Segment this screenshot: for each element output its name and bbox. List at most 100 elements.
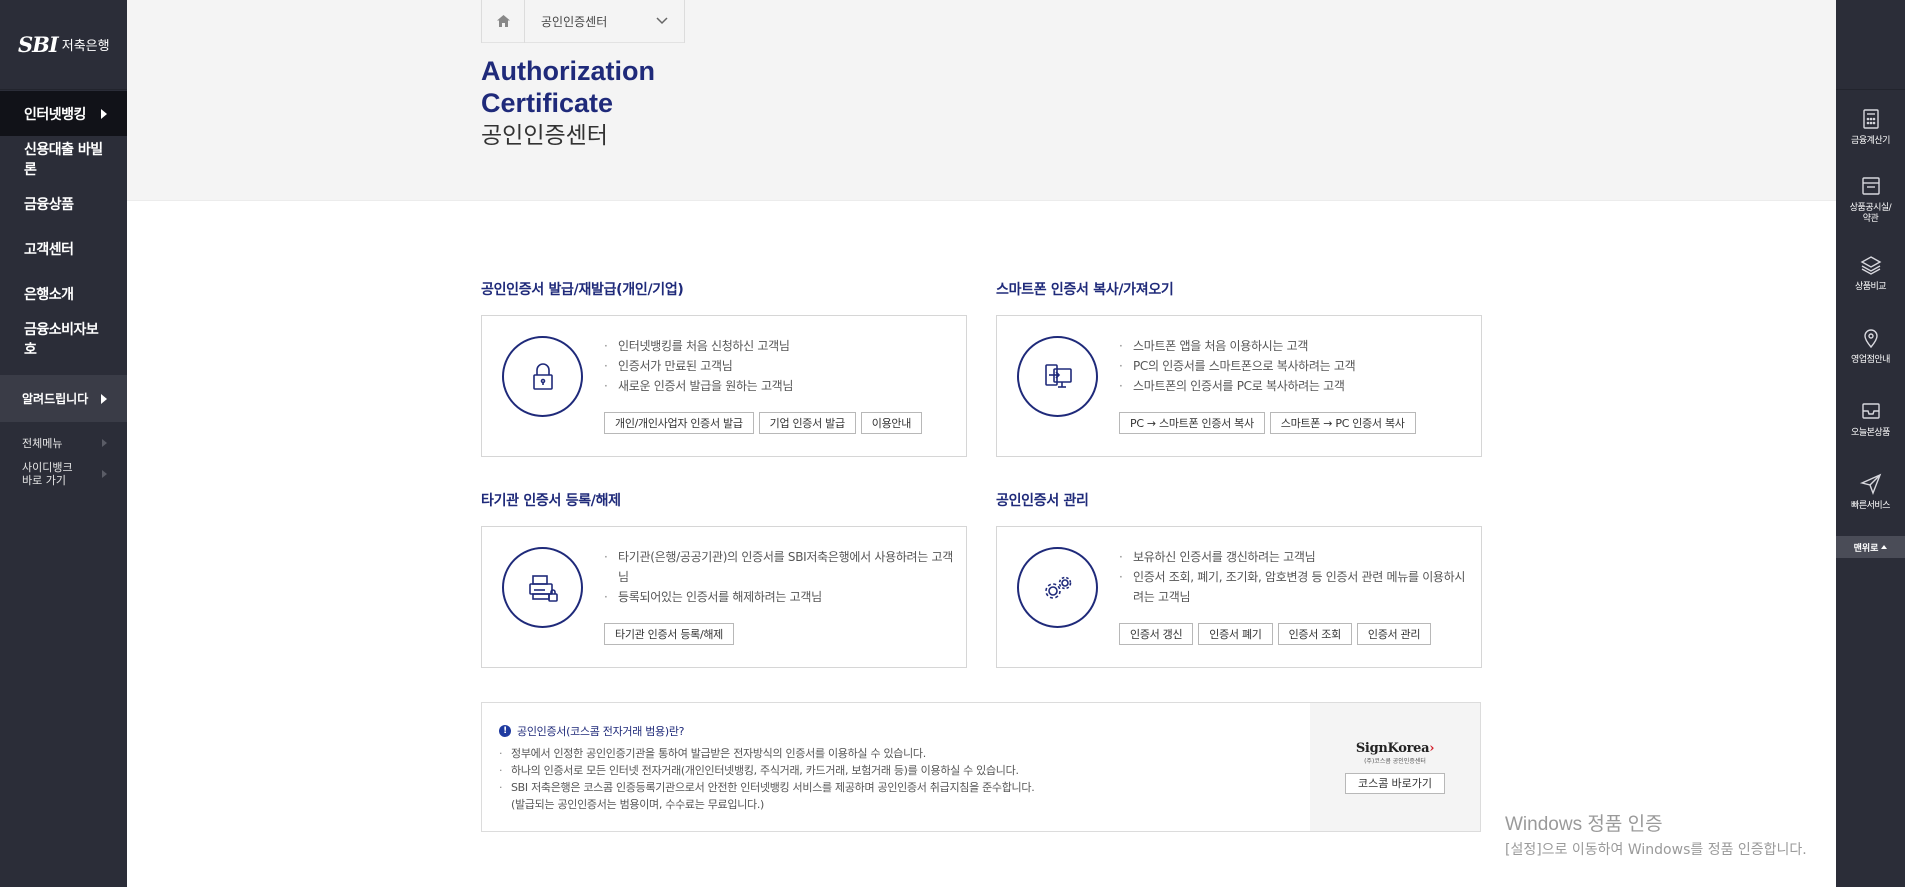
logo-area: SBI 저축은행 <box>0 0 127 90</box>
koscom-link-button[interactable]: 코스콤 바로가기 <box>1345 772 1445 794</box>
nav-item-label: 은행소개 <box>24 286 74 303</box>
usage-guide-button[interactable]: 이용안내 <box>860 412 923 434</box>
bullet-item: PC의 인증서를 스마트폰으로 복사하려는 고객 <box>1119 356 1469 376</box>
info-line: 정부에서 인정한 공인인증기관을 통하여 발급받은 전자방식의 인증서를 이용하… <box>499 745 1034 762</box>
signkorea-sub: (주)코스콤 공인인증센터 <box>1364 757 1426 765</box>
section-title: 스마트폰 인증서 복사/가져오기 <box>996 282 1174 298</box>
info-line: (발급되는 공인인증서는 범용이며, 수수료는 무료입니다.) <box>511 798 765 811</box>
sub-item-all-menu[interactable]: 전체메뉴 <box>0 428 127 458</box>
quick-item-calculator[interactable]: 금융계산기 <box>1836 90 1905 163</box>
page-title: Authorization Certificate 공인인증센터 <box>481 55 655 153</box>
quick-item-fast-service[interactable]: 빠른서비스 <box>1836 455 1905 528</box>
home-icon <box>496 15 510 27</box>
nav-item-financial-products[interactable]: 금융상품 <box>0 181 127 226</box>
device-transfer-icon <box>1044 363 1072 388</box>
quick-item-label: 영업점안내 <box>1851 354 1890 365</box>
bullet-item: 스마트폰 앱을 처음 이용하시는 고객 <box>1119 336 1469 356</box>
quick-menu: 금융계산기 상품공시실/약관 상품비교 영업점안내 오늘본상품 빠른서비스 맨위… <box>1836 0 1905 887</box>
breadcrumb-current-dropdown[interactable]: 공인인증센터 <box>525 0 685 43</box>
printer-lock-icon <box>528 574 558 602</box>
bullet-item: 타기관(은행/공공기관)의 인증서를 SBI저축은행에서 사용하려는 고객님 <box>604 547 954 587</box>
bullet-list: 보유하신 인증서를 갱신하려는 고객님 인증서 조회, 폐기, 조기화, 암호변… <box>1119 547 1469 607</box>
nav-item-internet-banking[interactable]: 인터넷뱅킹 <box>0 91 127 136</box>
info-title: ! 공인인증서(코스콤 전자거래 범용)란? <box>499 723 1034 739</box>
quick-menu-top <box>1836 0 1905 90</box>
cert-manage-button[interactable]: 인증서 관리 <box>1356 623 1432 645</box>
button-group: PC → 스마트폰 인증서 복사 스마트폰 → PC 인증서 복사 <box>1119 412 1416 434</box>
scroll-top-button[interactable]: 맨위로 <box>1836 536 1905 558</box>
triangle-right-icon <box>101 108 107 119</box>
bullet-item: 인터넷뱅킹를 처음 신청하신 고객님 <box>604 336 954 356</box>
bullet-list: 스마트폰 앱을 처음 이용하시는 고객 PC의 인증서를 스마트폰으로 복사하려… <box>1119 336 1469 396</box>
bullet-item: 새로운 인증서 발급을 원하는 고객님 <box>604 376 954 396</box>
info-title-text: 공인인증서(코스콤 전자거래 범용)란? <box>517 725 685 738</box>
info-content: ! 공인인증서(코스콤 전자거래 범용)란? 정부에서 인정한 공인인증기관을 … <box>499 723 1035 813</box>
quick-item-label: 오늘본상품 <box>1851 427 1890 438</box>
button-group: 타기관 인증서 등록/해제 <box>604 623 734 645</box>
cert-lookup-button[interactable]: 인증서 조회 <box>1277 623 1352 645</box>
quick-item-branch[interactable]: 영업점안내 <box>1836 309 1905 382</box>
triangle-right-icon <box>101 393 107 404</box>
card-smartphone: 스마트폰 앱을 처음 이용하시는 고객 PC의 인증서를 스마트폰으로 복사하려… <box>996 315 1482 457</box>
icon-circle <box>1017 336 1098 417</box>
calculator-icon <box>1862 108 1879 129</box>
card-other-institution: 타기관(은행/공공기관)의 인증서를 SBI저축은행에서 사용하려는 고객님 등… <box>481 526 967 668</box>
lock-icon <box>532 362 553 390</box>
nav-item-credit-loan[interactable]: 신용대출 바빌론 <box>0 136 127 181</box>
page-header: 공인인증센터 <box>127 0 1836 201</box>
document-icon <box>1861 177 1880 195</box>
triangle-right-icon <box>102 470 107 478</box>
quick-item-disclosure[interactable]: 상품공시실/약관 <box>1836 163 1905 236</box>
paper-plane-icon <box>1859 473 1881 495</box>
personal-cert-issue-button[interactable]: 개인/개인사업자 인증서 발급 <box>604 412 754 434</box>
quick-item-compare[interactable]: 상품비교 <box>1836 236 1905 309</box>
info-icon: ! <box>499 725 511 737</box>
signkorea-logo: SignKorea› (주)코스콤 공인인증센터 <box>1355 740 1435 765</box>
nav-item-bank-intro[interactable]: 은행소개 <box>0 271 127 316</box>
bullet-item: 등록되어있는 인증서를 해제하려는 고객님 <box>604 587 954 607</box>
icon-circle <box>502 547 583 628</box>
page-title-ko: 공인인증센터 <box>481 123 608 149</box>
nav-item-customer-center[interactable]: 고객센터 <box>0 226 127 271</box>
phone-to-pc-copy-button[interactable]: 스마트폰 → PC 인증서 복사 <box>1269 412 1416 434</box>
breadcrumb-current-label: 공인인증센터 <box>541 14 608 29</box>
pc-to-phone-copy-button[interactable]: PC → 스마트폰 인증서 복사 <box>1119 412 1265 434</box>
cert-info-box: ! 공인인증서(코스콤 전자거래 범용)란? 정부에서 인정한 공인인증기관을 … <box>481 702 1481 832</box>
section-title: 공인인증서 발급/재발급(개인/기업) <box>481 282 684 298</box>
quick-item-label-line2: 약관 <box>1862 214 1879 224</box>
icon-circle <box>502 336 583 417</box>
card-cert-management: 보유하신 인증서를 갱신하려는 고객님 인증서 조회, 폐기, 조기화, 암호변… <box>996 526 1482 668</box>
section-other-institution: 타기관 인증서 등록/해제 <box>481 490 621 510</box>
section-issue: 공인인증서 발급/재발급(개인/기업) <box>481 279 684 299</box>
cert-revoke-button[interactable]: 인증서 폐기 <box>1198 623 1273 645</box>
section-title: 공인인증서 관리 <box>996 493 1089 509</box>
left-sidebar: SBI 저축은행 인터넷뱅킹 신용대출 바빌론 금융상품 고객센터 은행소개 금… <box>0 0 127 887</box>
sub-item-label-line1: 사이디뱅크 <box>22 461 73 474</box>
bullet-item: 스마트폰의 인증서를 PC로 복사하려는 고객 <box>1119 376 1469 396</box>
quick-item-recent[interactable]: 오늘본상품 <box>1836 382 1905 455</box>
bullet-item: 인증서가 만료된 고객님 <box>604 356 954 376</box>
notice-menu[interactable]: 알려드립니다 <box>0 375 127 422</box>
nav-item-label: 금융소비자보호 <box>24 321 99 358</box>
cert-renew-button[interactable]: 인증서 갱신 <box>1119 623 1194 645</box>
windows-activation-watermark: Windows 정품 인증 [설정]으로 이동하여 Windows를 정품 인증… <box>1505 813 1807 859</box>
corporate-cert-issue-button[interactable]: 기업 인증서 발급 <box>758 412 856 434</box>
bullet-list: 인터넷뱅킹를 처음 신청하신 고객님 인증서가 만료된 고객님 새로운 인증서 … <box>604 336 954 396</box>
page-title-en-line1: Authorization <box>481 56 655 86</box>
info-line: SBI 저축은행은 코스콤 인증등록기관으로서 안전한 인터넷뱅킹 서비스를 제… <box>499 779 1035 796</box>
section-title: 타기관 인증서 등록/해제 <box>481 493 621 509</box>
sub-item-label: 전체메뉴 <box>22 437 63 450</box>
info-line: 하나의 인증서로 모든 인터넷 전자거래(개인인터넷뱅킹, 주식거래, 카드거래… <box>499 762 1034 779</box>
sbi-logo[interactable]: SBI 저축은행 <box>18 32 110 57</box>
bullet-item: 인증서 조회, 폐기, 조기화, 암호변경 등 인증서 관련 메뉴를 이용하시려… <box>1119 567 1469 607</box>
nav-item-consumer-protection[interactable]: 금융소비자보호 <box>0 316 127 361</box>
inbox-icon <box>1861 402 1880 419</box>
sub-item-saidi-bank[interactable]: 사이디뱅크 바로 가기 <box>0 458 127 490</box>
signkorea-name-text: SignKorea <box>1355 740 1430 756</box>
nav-item-label: 고객센터 <box>24 241 74 258</box>
breadcrumb-home[interactable] <box>481 0 525 43</box>
other-cert-register-button[interactable]: 타기관 인증서 등록/해제 <box>604 623 734 645</box>
gears-icon <box>1044 576 1071 599</box>
breadcrumb: 공인인증센터 <box>481 0 685 43</box>
triangle-up-icon <box>1881 545 1888 549</box>
